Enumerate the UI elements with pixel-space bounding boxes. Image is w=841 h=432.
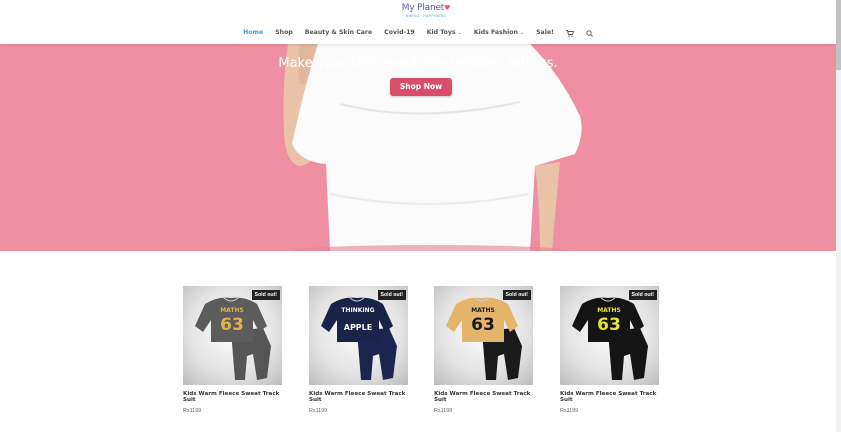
shop-now-button[interactable]: Shop Now [390, 78, 452, 96]
hero-title: Make your child wardrobe brighter with u… [278, 56, 558, 71]
nav-item-beauty-skin-care[interactable]: Beauty & Skin Care [305, 28, 372, 38]
chevron-down-icon: ⌄ [457, 30, 462, 36]
print-number: 63 [220, 315, 244, 335]
product-card[interactable]: THINKING APPLE Sold out! Kids Warm Fleece … [309, 286, 409, 414]
product-title[interactable]: Kids Warm Fleece Sweat Track Suit [560, 391, 660, 404]
search-icon[interactable] [586, 28, 593, 38]
tracksuit-image: MATHS63 [195, 297, 271, 380]
scrollbar-thumb[interactable] [836, 0, 841, 70]
hero-image [0, 44, 836, 251]
tracksuit-image: MATHS63 [446, 297, 522, 380]
page-scrollbar[interactable] [836, 0, 841, 432]
tracksuit-image: MATHS63 [572, 297, 648, 380]
product-card[interactable]: MATHS 63 Sold out! Kids Warm Fleece Sweat … [434, 286, 534, 414]
product-title[interactable]: Kids Warm Fleece Sweat Track Suit [309, 391, 409, 404]
print-number: 63 [597, 315, 621, 335]
product-price: Rs1199 [560, 407, 579, 414]
main-nav: Home Shop Beauty & Skin Care Covid-19 Ki… [0, 28, 836, 38]
print-text: THINKING [341, 307, 374, 314]
product-price: Rs1199 [309, 407, 328, 414]
print-text: MATHS [220, 307, 244, 314]
product-card[interactable]: MATHS 63 Sold out! Kids Warm Fleece Sweat … [560, 286, 660, 414]
print-number: APPLE [344, 323, 372, 332]
heart-icon: ♥ [444, 4, 451, 12]
print-text: MATHS [597, 307, 621, 314]
product-price: Rs1199 [183, 407, 202, 414]
site-header: My Planet♥ SWING · HAPPINESS Home Shop B… [0, 0, 836, 44]
hero-banner: Be unique with style Make your child war… [0, 44, 836, 251]
nav-item-home[interactable]: Home [243, 28, 263, 38]
nav-item-sale[interactable]: Sale! [536, 28, 554, 38]
sold-out-badge: Sold out! [377, 290, 406, 300]
nav-item-kid-toys[interactable]: Kid Toys ⌄ [427, 28, 462, 38]
hero-tagline: Be unique with style [377, 47, 459, 56]
product-image[interactable]: THINKING APPLE Sold out! [309, 286, 408, 385]
nav-item-shop[interactable]: Shop [275, 28, 293, 38]
product-card[interactable]: MATHS 63 Sold out! Kids Warm Fleece Sweat … [183, 286, 283, 414]
logo-subtext: SWING · HAPPINESS [405, 14, 447, 18]
product-image[interactable]: MATHS 63 Sold out! [560, 286, 659, 385]
sold-out-badge: Sold out! [628, 290, 657, 300]
sold-out-badge: Sold out! [251, 290, 280, 300]
nav-item-covid-19[interactable]: Covid-19 [384, 28, 415, 38]
cart-icon[interactable] [565, 28, 574, 38]
chevron-down-icon: ⌄ [519, 30, 525, 36]
product-image[interactable]: MATHS 63 Sold out! [183, 286, 282, 385]
product-image[interactable]: MATHS 63 Sold out! [434, 286, 533, 385]
tracksuit-image: THINKING APPLE [321, 297, 397, 380]
product-price: Rs1199 [434, 407, 453, 414]
logo-text: My Planet♥ [401, 3, 451, 13]
print-text: MATHS [471, 307, 495, 314]
nav-item-kids-fashion[interactable]: Kids Fashion ⌄ [474, 28, 524, 38]
product-title[interactable]: Kids Warm Fleece Sweat Track Suit [183, 391, 283, 404]
product-title[interactable]: Kids Warm Fleece Sweat Track Suit [434, 391, 534, 404]
site-logo[interactable]: My Planet♥ SWING · HAPPINESS [398, 3, 454, 21]
print-number: 63 [471, 315, 495, 335]
sold-out-badge: Sold out! [502, 290, 531, 300]
